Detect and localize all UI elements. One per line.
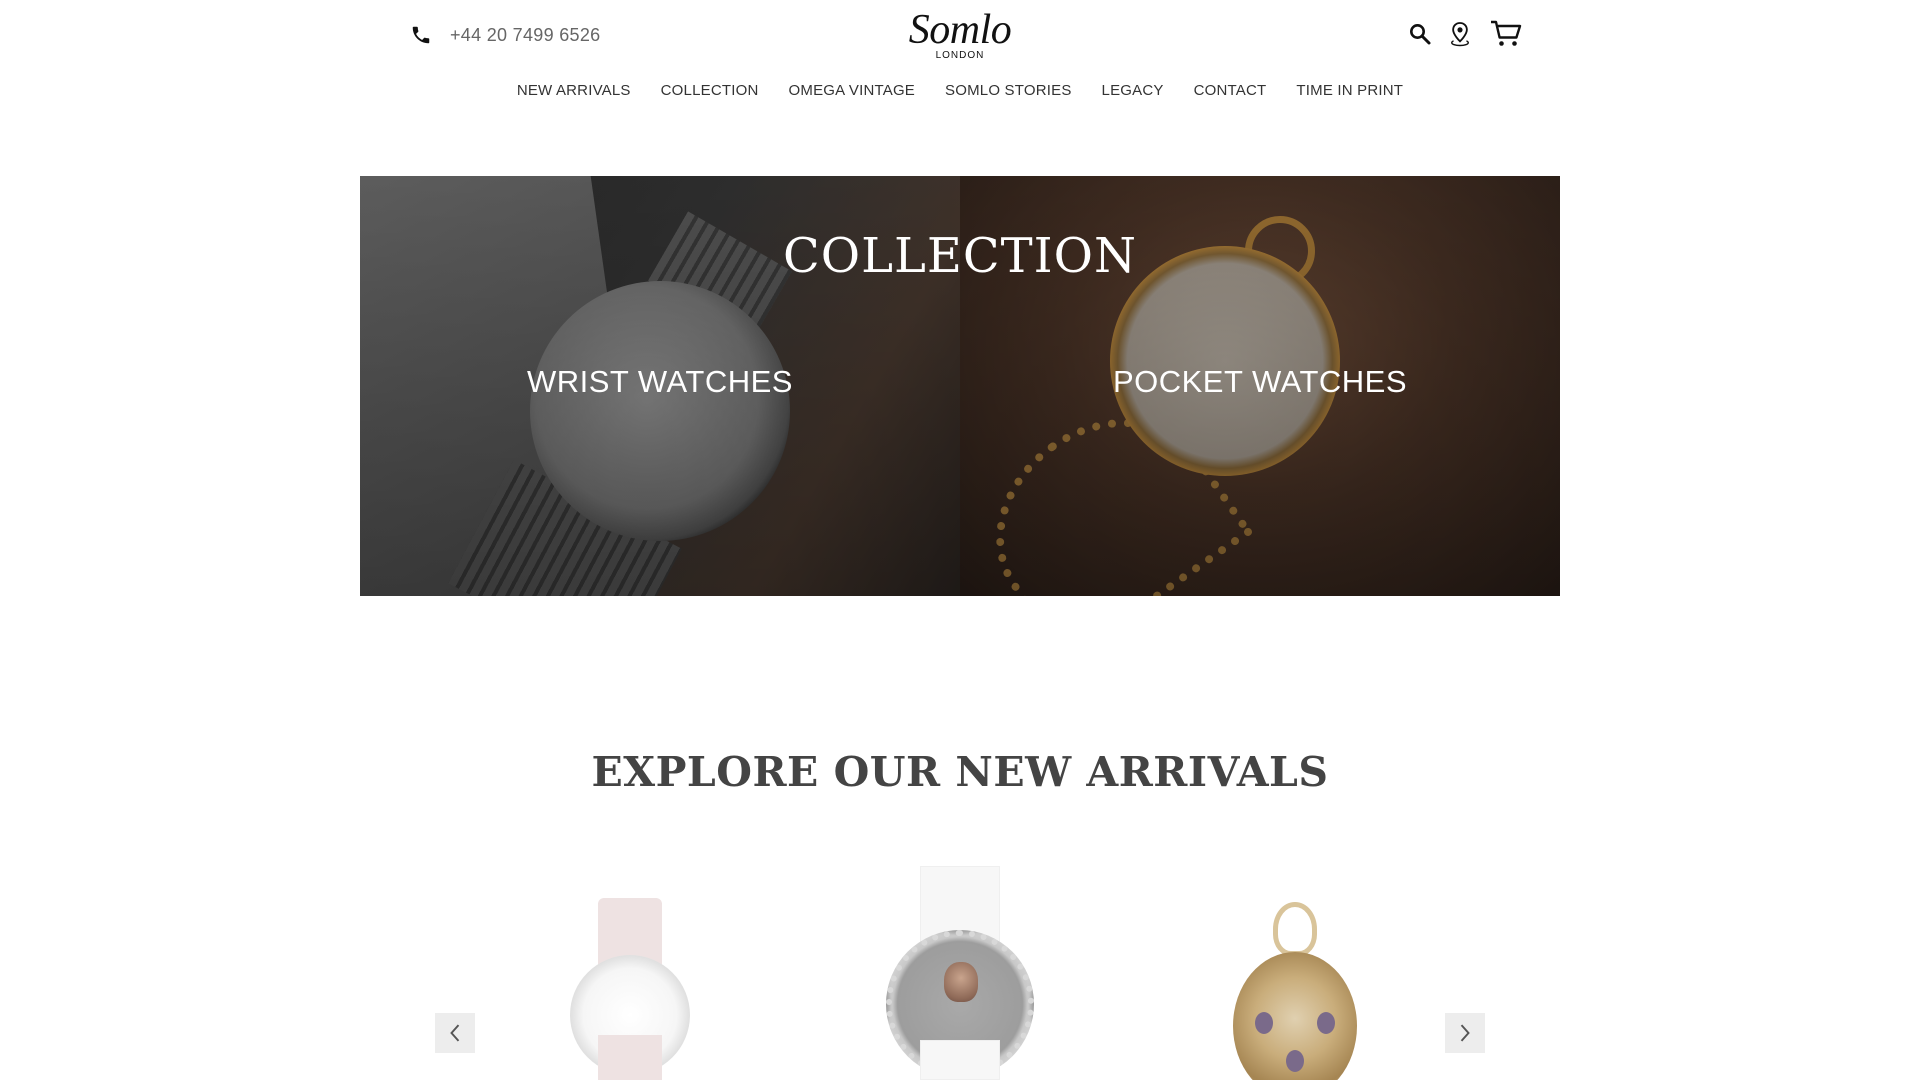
- wrist-watches-tile[interactable]: WRIST WATCHES: [360, 176, 960, 596]
- nav-omega-vintage[interactable]: OMEGA VINTAGE: [789, 82, 916, 99]
- chevron-left-icon: [448, 1022, 462, 1044]
- header-tools: [1406, 18, 1526, 50]
- nav-time-in-print[interactable]: TIME IN PRINT: [1296, 82, 1403, 99]
- product-card[interactable]: [520, 860, 740, 1080]
- nav-contact[interactable]: CONTACT: [1194, 82, 1267, 99]
- cart-icon[interactable]: [1486, 18, 1526, 50]
- carousel-next-button[interactable]: [1445, 1013, 1485, 1053]
- chevron-right-icon: [1458, 1022, 1472, 1044]
- product-image: [1255, 1012, 1273, 1034]
- new-arrivals-heading: EXPLORE OUR NEW ARRIVALS: [591, 748, 1329, 796]
- nav-legacy[interactable]: LEGACY: [1102, 82, 1164, 99]
- carousel-prev-button[interactable]: [435, 1013, 475, 1053]
- pocket-watches-tile[interactable]: POCKET WATCHES: [960, 176, 1560, 596]
- product-card[interactable]: [850, 860, 1070, 1080]
- site-logo[interactable]: Somlo LONDON: [0, 8, 1920, 61]
- product-image: [598, 1035, 662, 1080]
- nav-somlo-stories[interactable]: SOMLO STORIES: [945, 82, 1072, 99]
- product-card[interactable]: [1185, 860, 1405, 1080]
- nav-collection[interactable]: COLLECTION: [661, 82, 759, 99]
- product-image: [1317, 1012, 1335, 1034]
- product-image: [1273, 902, 1317, 956]
- pocket-watches-label[interactable]: POCKET WATCHES: [960, 364, 1560, 400]
- product-image: [1286, 1050, 1304, 1072]
- collection-hero: WRIST WATCHES POCKET WATCHES COLLECTION: [360, 176, 1560, 596]
- logo-subtitle: LONDON: [935, 50, 985, 61]
- search-icon[interactable]: [1406, 18, 1434, 50]
- product-image: [944, 962, 978, 1002]
- wrist-watches-label[interactable]: WRIST WATCHES: [360, 364, 960, 400]
- main-navigation: NEW ARRIVALS COLLECTION OMEGA VINTAGE SO…: [0, 82, 1920, 99]
- nav-new-arrivals[interactable]: NEW ARRIVALS: [517, 82, 631, 99]
- product-image: [920, 1040, 1000, 1080]
- site-header: +44 20 7499 6526 Somlo LONDON: [0, 0, 1920, 72]
- logo-wordmark[interactable]: Somlo: [0, 8, 1920, 52]
- location-pin-icon[interactable]: [1446, 18, 1474, 50]
